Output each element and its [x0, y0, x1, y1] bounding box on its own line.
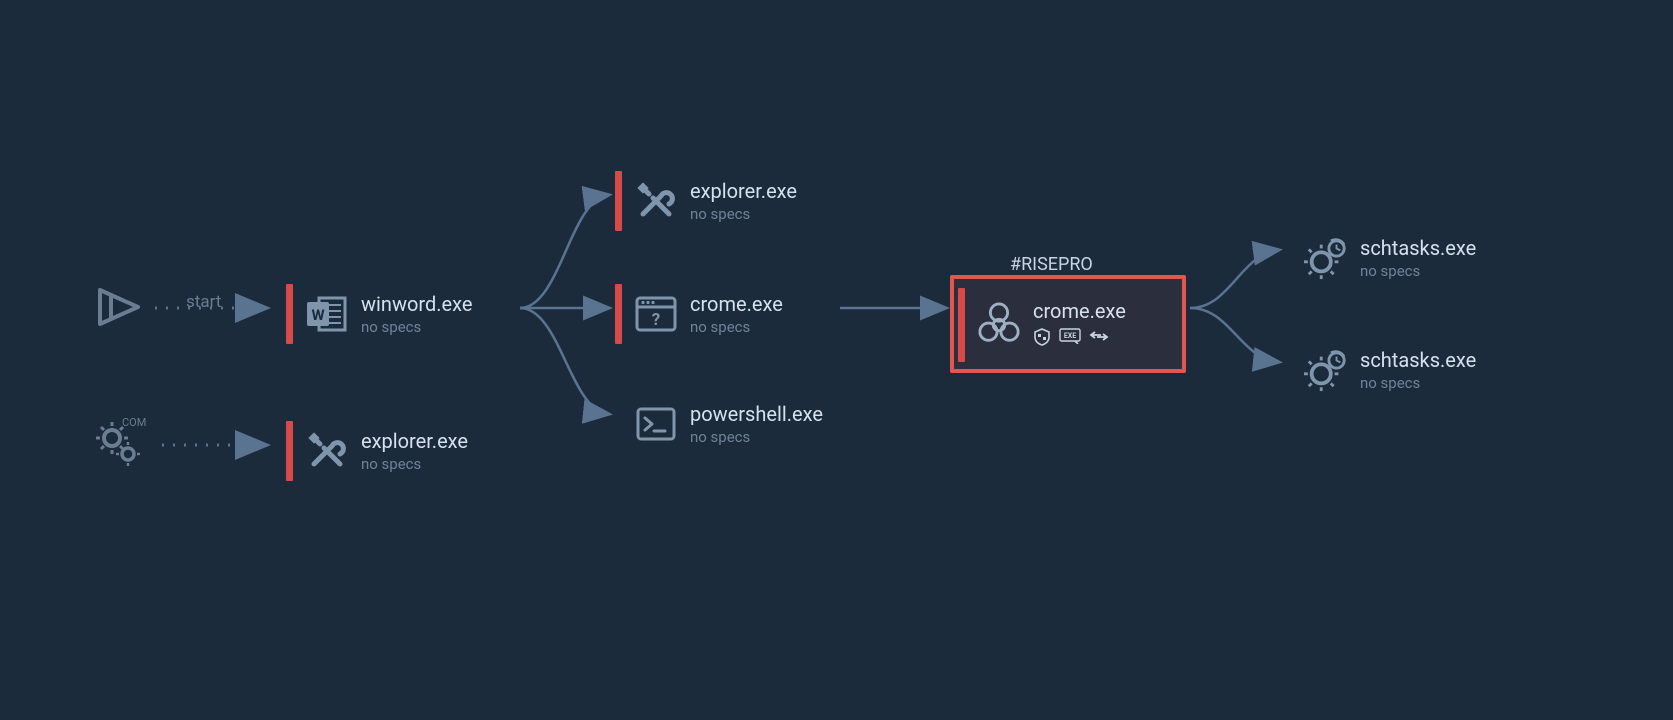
swap-arrows-icon [1089, 328, 1109, 350]
tools-icon [634, 179, 678, 223]
process-tree-diagram: start COM [0, 0, 1673, 720]
window-question-icon: ? [634, 292, 678, 336]
severity-bar [958, 288, 965, 362]
root-play-icon[interactable] [94, 284, 144, 334]
svg-text:?: ? [652, 310, 660, 330]
node-powershell[interactable]: powershell.exe no specs [615, 388, 833, 460]
severity-bar [286, 421, 293, 481]
start-label: start [186, 292, 221, 312]
node-explorer-upper[interactable]: explorer.exe no specs [615, 165, 807, 237]
node-winword[interactable]: W winword.exe no specs [286, 278, 482, 350]
node-schtasks-lower[interactable]: schtasks.exe no specs [1285, 334, 1486, 406]
process-name: crome.exe [690, 293, 783, 315]
process-subtext: no specs [1360, 375, 1476, 392]
process-name: explorer.exe [361, 430, 468, 452]
process-name: explorer.exe [690, 180, 797, 202]
process-subtext: no specs [1360, 263, 1476, 280]
root-com-icon[interactable]: COM [94, 418, 150, 472]
node-crome-first[interactable]: ? crome.exe no specs [615, 278, 793, 350]
severity-bar [615, 284, 622, 344]
exe-badge-icon: EXE [1059, 328, 1081, 350]
node-explorer-lower[interactable]: explorer.exe no specs [286, 415, 478, 487]
process-name: crome.exe [1033, 300, 1126, 322]
process-name: winword.exe [361, 293, 472, 315]
severity-bar [615, 171, 622, 231]
process-subtext: no specs [690, 429, 823, 446]
severity-bar-empty [1285, 228, 1292, 288]
threat-tag-label: #RISEPRO [1010, 254, 1093, 275]
terminal-icon [634, 402, 678, 446]
tools-icon [305, 429, 349, 473]
severity-bar-empty [1285, 340, 1292, 400]
biohazard-icon [977, 303, 1021, 347]
svg-text:EXE: EXE [1064, 332, 1076, 340]
node-schtasks-upper[interactable]: schtasks.exe no specs [1285, 222, 1486, 294]
process-name: schtasks.exe [1360, 349, 1476, 371]
severity-bar [286, 284, 293, 344]
gear-clock-icon [1304, 348, 1348, 392]
word-icon: W [305, 292, 349, 336]
process-subtext: no specs [690, 319, 783, 336]
svg-text:W: W [311, 306, 324, 324]
shield-checker-icon [1033, 328, 1051, 350]
node-crome-threat[interactable]: crome.exe EXE [958, 282, 1136, 368]
process-subtext: no specs [361, 319, 472, 336]
process-subtext: no specs [690, 206, 797, 223]
svg-text:COM: COM [122, 418, 146, 429]
severity-bar-empty [615, 394, 622, 454]
process-name: schtasks.exe [1360, 237, 1476, 259]
process-name: powershell.exe [690, 403, 823, 425]
gear-clock-icon [1304, 236, 1348, 280]
badge-row: EXE [1033, 328, 1126, 350]
process-subtext: no specs [361, 456, 468, 473]
